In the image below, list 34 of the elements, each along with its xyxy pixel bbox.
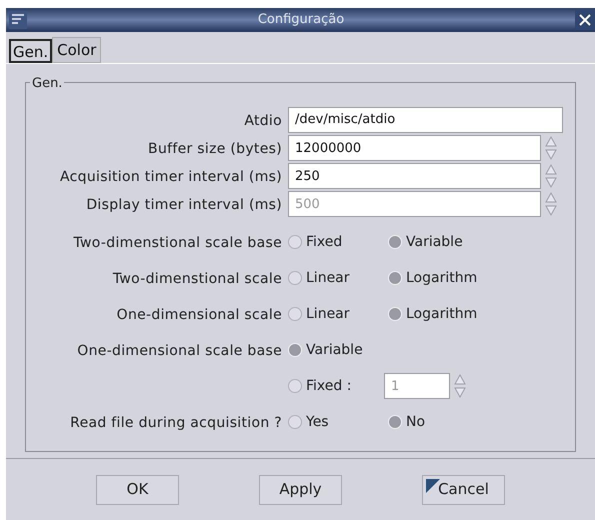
field-label: One-dimensional scale xyxy=(116,307,282,323)
window-title: Configuração xyxy=(258,11,344,30)
spin-arrows-icon[interactable] xyxy=(545,191,557,217)
field-label: Read file during acquisition ? xyxy=(70,415,282,431)
tab[interactable]: Gen. xyxy=(9,39,52,63)
spin-arrows-icon[interactable] xyxy=(545,135,557,161)
field-label: Buffer size (bytes) xyxy=(148,141,282,157)
radio-option[interactable]: Yes xyxy=(288,412,388,432)
close-icon[interactable] xyxy=(575,10,595,30)
input-field[interactable]: 250 xyxy=(288,163,541,189)
radio-option[interactable]: Logarithm xyxy=(388,268,488,288)
spin-arrows-icon[interactable] xyxy=(454,373,466,399)
input-field[interactable]: 12000000 xyxy=(288,135,541,161)
radio-option[interactable]: Variable xyxy=(288,340,388,360)
radio-option[interactable]: Fixed xyxy=(288,232,388,252)
menu-icon[interactable] xyxy=(9,11,27,29)
field-label: Two-dimenstional scale base xyxy=(74,235,282,251)
radio-option[interactable]: Logarithm xyxy=(388,304,488,324)
radio-option[interactable]: No xyxy=(388,412,488,432)
field-label: Two-dimenstional scale xyxy=(112,271,282,287)
spin-arrows-icon[interactable] xyxy=(545,163,557,189)
field-label: One-dimensional scale base xyxy=(77,343,282,359)
field-label: Acquisition timer interval (ms) xyxy=(60,169,282,185)
dialog-button[interactable]: Apply xyxy=(259,474,342,504)
field-label: Display timer interval (ms) xyxy=(86,197,282,213)
dialog-button[interactable]: Cancel xyxy=(422,474,505,504)
input-field[interactable]: /dev/misc/atdio xyxy=(288,106,563,132)
radio-option[interactable]: Linear xyxy=(288,304,388,324)
field-label: Atdio xyxy=(244,112,282,128)
radio-option[interactable]: Linear xyxy=(288,268,388,288)
radio-option[interactable]: Variable xyxy=(388,232,488,252)
tab[interactable]: Color xyxy=(52,37,102,63)
dialog-button[interactable]: OK xyxy=(96,474,179,504)
focus-corner-icon xyxy=(426,478,440,492)
